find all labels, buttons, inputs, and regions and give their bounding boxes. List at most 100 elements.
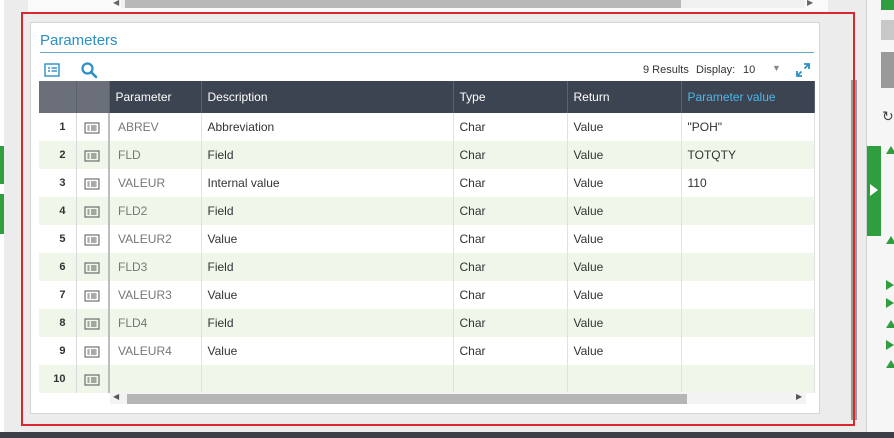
scroll-left-icon[interactable]: ◀ bbox=[113, 392, 119, 401]
parameter-value-cell[interactable] bbox=[681, 365, 815, 393]
row-detail-icon[interactable] bbox=[84, 318, 100, 330]
header-parameter-value[interactable]: Parameter value bbox=[681, 81, 815, 113]
left-green-tab[interactable] bbox=[0, 194, 4, 234]
expand-right-icon[interactable] bbox=[886, 298, 894, 308]
left-green-tab[interactable] bbox=[0, 146, 4, 184]
chevron-down-icon[interactable]: ▼ bbox=[772, 63, 781, 73]
row-action-cell bbox=[76, 197, 110, 225]
row-detail-icon[interactable] bbox=[84, 206, 100, 218]
header-return[interactable]: Return bbox=[567, 81, 682, 113]
list-view-icon[interactable] bbox=[43, 61, 61, 79]
table-row[interactable]: 8 FLD4 Field Char Value bbox=[39, 309, 815, 337]
row-detail-icon[interactable] bbox=[84, 234, 100, 246]
grid-horizontal-scrollbar[interactable]: ◀ ▶ bbox=[110, 392, 806, 404]
scrollbar-thumb[interactable] bbox=[125, 0, 681, 8]
collapse-up-icon[interactable] bbox=[886, 320, 894, 328]
expand-right-icon[interactable] bbox=[886, 280, 894, 290]
row-action-cell bbox=[76, 113, 110, 141]
table-row[interactable]: 4 FLD2 Field Char Value bbox=[39, 197, 815, 225]
scroll-right-icon[interactable]: ▶ bbox=[807, 0, 813, 7]
scrollbar-thumb[interactable] bbox=[127, 394, 687, 404]
row-number: 4 bbox=[39, 197, 77, 225]
header-parameter[interactable]: Parameter bbox=[109, 81, 202, 113]
type-cell: Char bbox=[453, 141, 568, 169]
row-detail-icon[interactable] bbox=[84, 346, 100, 358]
parameter-cell[interactable] bbox=[108, 365, 202, 393]
top-horizontal-scrollbar[interactable]: ◀ ▶ bbox=[113, 0, 813, 8]
return-cell: Value bbox=[567, 169, 682, 197]
parameter-value-cell[interactable]: "POH" bbox=[681, 113, 815, 141]
parameter-value-cell[interactable] bbox=[681, 281, 815, 309]
row-action-cell bbox=[76, 365, 110, 393]
type-cell: Char bbox=[453, 197, 568, 225]
results-count: 9 Results bbox=[643, 64, 689, 76]
collapse-up-icon[interactable] bbox=[886, 146, 894, 154]
collapse-up-icon[interactable] bbox=[886, 360, 894, 368]
grid-header-row: Parameter Description Type Return Parame… bbox=[39, 81, 815, 113]
title-divider bbox=[40, 52, 814, 53]
scroll-right-icon[interactable]: ▶ bbox=[796, 392, 802, 401]
row-number: 10 bbox=[39, 365, 77, 393]
parameter-name: FLD bbox=[116, 148, 143, 162]
row-action-cell bbox=[76, 169, 110, 197]
parameter-value-cell[interactable] bbox=[681, 309, 815, 337]
table-row[interactable]: 3 VALEUR Internal value Char Value 110 bbox=[39, 169, 815, 197]
expand-right-icon[interactable] bbox=[886, 340, 894, 350]
row-detail-icon[interactable] bbox=[84, 122, 100, 134]
row-detail-icon[interactable] bbox=[84, 290, 100, 302]
parameter-cell[interactable]: FLD4 bbox=[108, 309, 202, 337]
parameter-value-cell[interactable] bbox=[681, 225, 815, 253]
return-cell bbox=[567, 365, 682, 393]
table-row[interactable]: 1 ABREV Abbreviation Char Value "POH" bbox=[39, 113, 815, 141]
parameter-name: VALEUR bbox=[116, 176, 168, 190]
type-cell: Char bbox=[453, 337, 568, 365]
row-number: 6 bbox=[39, 253, 77, 281]
row-detail-icon[interactable] bbox=[84, 150, 100, 162]
scroll-left-icon[interactable]: ◀ bbox=[113, 0, 119, 7]
display-select[interactable]: 10 bbox=[743, 64, 755, 76]
refresh-icon[interactable]: ↻ bbox=[882, 108, 894, 125]
parameter-value-cell[interactable] bbox=[681, 197, 815, 225]
type-cell: Char bbox=[453, 113, 568, 141]
parameter-value-cell[interactable] bbox=[681, 337, 815, 365]
header-row-number bbox=[39, 81, 77, 113]
row-action-cell bbox=[76, 281, 110, 309]
parameter-cell[interactable]: ABREV bbox=[108, 113, 202, 141]
pane-vertical-scrollbar[interactable] bbox=[851, 80, 857, 420]
row-action-cell bbox=[76, 309, 110, 337]
row-detail-icon[interactable] bbox=[84, 178, 100, 190]
row-detail-icon[interactable] bbox=[84, 374, 100, 386]
section-title: Parameters bbox=[40, 32, 118, 49]
row-number: 2 bbox=[39, 141, 77, 169]
type-cell: Char bbox=[453, 169, 568, 197]
table-row[interactable]: 5 VALEUR2 Value Char Value bbox=[39, 225, 815, 253]
parameter-value-cell[interactable]: TOTQTY bbox=[681, 141, 815, 169]
bottom-band bbox=[0, 432, 894, 438]
header-description[interactable]: Description bbox=[201, 81, 454, 113]
parameter-cell[interactable]: FLD3 bbox=[108, 253, 202, 281]
parameter-cell[interactable]: FLD2 bbox=[108, 197, 202, 225]
expand-icon[interactable] bbox=[795, 62, 811, 78]
table-row[interactable]: 2 FLD Field Char Value TOTQTY bbox=[39, 141, 815, 169]
table-row[interactable]: 9 VALEUR4 Value Char Value bbox=[39, 337, 815, 365]
parameter-value-cell[interactable]: 110 bbox=[681, 169, 815, 197]
parameter-cell[interactable]: VALEUR4 bbox=[108, 337, 202, 365]
parameter-cell[interactable]: VALEUR3 bbox=[108, 281, 202, 309]
row-number: 8 bbox=[39, 309, 77, 337]
parameter-cell[interactable]: FLD bbox=[108, 141, 202, 169]
table-row[interactable]: 10 bbox=[39, 365, 815, 393]
row-detail-icon[interactable] bbox=[84, 262, 100, 274]
description-cell: Internal value bbox=[201, 169, 454, 197]
search-icon[interactable] bbox=[80, 61, 98, 79]
header-type[interactable]: Type bbox=[453, 81, 568, 113]
parameter-name: VALEUR2 bbox=[116, 232, 174, 246]
parameter-name bbox=[116, 372, 120, 386]
parameter-cell[interactable]: VALEUR bbox=[108, 169, 202, 197]
right-panel-toggle[interactable] bbox=[867, 146, 881, 236]
collapse-up-icon[interactable] bbox=[886, 236, 894, 244]
parameter-cell[interactable]: VALEUR2 bbox=[108, 225, 202, 253]
table-row[interactable]: 6 FLD3 Field Char Value bbox=[39, 253, 815, 281]
row-number: 5 bbox=[39, 225, 77, 253]
parameter-value-cell[interactable] bbox=[681, 253, 815, 281]
table-row[interactable]: 7 VALEUR3 Value Char Value bbox=[39, 281, 815, 309]
